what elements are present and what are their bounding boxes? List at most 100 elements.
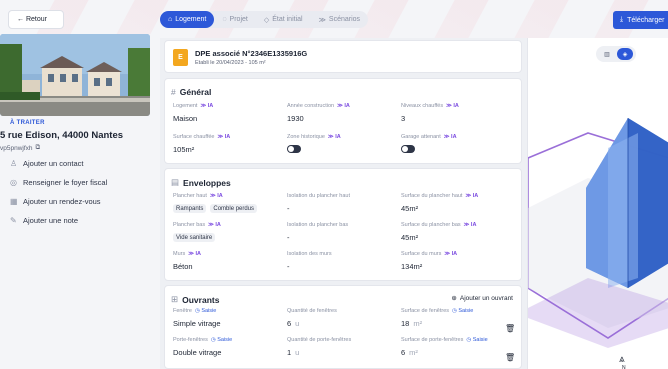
unit: u <box>295 319 300 328</box>
ia-badge: ≫ IA <box>200 103 214 109</box>
add-note-action[interactable]: ✎ Ajouter une note <box>10 216 107 225</box>
field-value: - <box>287 204 290 213</box>
ia-badge: ≫ IA <box>188 251 202 257</box>
tab-logement[interactable]: ⌂ Logement <box>160 11 215 28</box>
field-plancher-bas[interactable]: Plancher bas ≫ IA Vide sanitaire <box>173 222 221 242</box>
dpe-subtitle: Etabli le 20/04/2023 - 105 m² <box>195 60 266 66</box>
field-label: Isolation du plancher bas <box>287 222 349 228</box>
field-surface-plancher-haut[interactable]: Surface du plancher haut ≫ IA 45m² <box>401 193 478 213</box>
field-label: Plancher bas <box>173 222 206 228</box>
tab-etat-initial[interactable]: ◇ État initial <box>256 11 311 28</box>
field-label: Surface du plancher bas <box>401 222 461 228</box>
tab-bar: ⌂ Logement ◌ Projet ◇ État initial ≫ Scé… <box>160 11 369 28</box>
field-value: Double vitrage <box>173 348 222 357</box>
field-value: - <box>287 233 290 242</box>
compass-label: N <box>622 365 626 369</box>
field-annee[interactable]: Année construction ≫ IA 1930 <box>287 103 350 123</box>
ouvrants-title-text: Ouvrants <box>182 294 220 305</box>
field-value: 1930 <box>287 114 304 123</box>
field-label: Porte-fenêtres <box>173 337 208 343</box>
saisie-text: Saisie <box>201 308 217 314</box>
person-icon: ♙ <box>10 158 18 168</box>
field-label: Logement <box>173 103 198 109</box>
field-porte-fenetres[interactable]: Porte-fenêtres ◷ Saisie Double vitrage <box>173 337 232 357</box>
general-title-text: Général <box>179 87 212 97</box>
add-ouvrant-button[interactable]: ⊕ Ajouter un ouvrant <box>451 294 513 303</box>
ia-badge: ≫ IA <box>465 193 479 199</box>
download-button[interactable]: ⤓ Télécharger <box>613 11 668 29</box>
ia-badge: ≫ IA <box>327 134 341 140</box>
ia-badge: ≫ IA <box>217 134 231 140</box>
field-surface-fenetres[interactable]: Surface de fenêtres ◷ Saisie 18 m² <box>401 308 473 328</box>
trash-icon[interactable]: 🗑 <box>505 324 515 333</box>
add-appointment-action[interactable]: ▦ Ajouter un rendez-vous <box>10 197 107 206</box>
field-value: 45m² <box>401 233 419 242</box>
layers-icon: ▤ <box>171 177 180 187</box>
field-quantite-fenetres[interactable]: Quantité de fenêtres 6u <box>287 308 337 328</box>
dpe-title: DPE associé N°2346E1335916G <box>195 49 308 58</box>
reference-text: vp5pnwjfxh <box>0 144 33 152</box>
tax-household-action[interactable]: ◎ Renseigner le foyer fiscal <box>10 178 107 187</box>
field-label: Surface chauffée <box>173 134 215 140</box>
field-isolation-plancher-bas[interactable]: Isolation du plancher bas - <box>287 222 348 242</box>
field-surface-murs[interactable]: Surface du murs ≫ IA 134m² <box>401 251 457 271</box>
property-reference: vp5pnwjfxh ⧉ <box>0 144 40 152</box>
back-button[interactable]: ← Retour <box>8 10 64 29</box>
back-label: ← Retour <box>17 16 47 23</box>
tab-label: Logement <box>175 16 207 23</box>
building-model <box>528 118 668 348</box>
copy-icon[interactable]: ⧉ <box>36 144 41 152</box>
field-isolation-plancher-haut[interactable]: Isolation du plancher haut - <box>287 193 350 213</box>
calendar-icon: ▦ <box>10 196 18 206</box>
field-label: Quantité de porte-fenêtres <box>287 337 352 343</box>
zone-historique-toggle[interactable] <box>287 145 301 153</box>
property-sidebar: À TRAITER 5 rue Edison, 44000 Nantes vp5… <box>0 34 160 369</box>
general-title: # Général <box>171 87 211 97</box>
ia-badge: ≫ IA <box>443 134 457 140</box>
hash-icon: # <box>171 87 176 97</box>
ia-badge: ≫ IA <box>209 193 223 199</box>
ia-badge: ≫ IA <box>446 103 459 109</box>
field-label: Quantité de fenêtres <box>287 308 337 314</box>
tab-projet[interactable]: ◌ Projet <box>214 11 255 28</box>
garage-toggle[interactable] <box>401 145 415 153</box>
tag-icon: ◇ <box>263 16 270 24</box>
saisie-text: Saisie <box>217 337 233 343</box>
clock-icon: ◷ <box>452 308 457 314</box>
field-value: 1 <box>287 348 292 357</box>
field-fenetre[interactable]: Fenêtre ◷ Saisie Simple vitrage <box>173 308 221 328</box>
note-icon: ✎ <box>10 215 17 225</box>
field-garage: Garage attenant ≫ IA <box>401 134 457 153</box>
clock-icon: ◷ <box>194 308 200 314</box>
action-label: Ajouter un contact <box>23 159 84 168</box>
field-value: 6 <box>287 319 292 328</box>
building-3d-viewer[interactable]: ▥ ◈ ⩓ N <box>527 38 668 369</box>
field-murs[interactable]: Murs ≫ IA Béton <box>173 251 201 271</box>
enveloppes-card: ▤ Enveloppes Plancher haut ≫ IA Rampants … <box>164 168 522 281</box>
add-contact-action[interactable]: ♙ Ajouter un contact <box>10 159 107 168</box>
field-isolation-murs[interactable]: Isolation des murs - <box>287 251 332 271</box>
compass-arrow-icon: ⩓ <box>619 354 625 365</box>
saisie-badge: ◷ Saisie <box>452 308 473 314</box>
tab-scenarios[interactable]: ≫ Scénarios <box>311 11 368 28</box>
field-label: Isolation du plancher haut <box>287 193 350 199</box>
field-value: Béton <box>173 262 193 271</box>
unit: u <box>295 348 300 357</box>
compass-icon: ⩓ N <box>619 354 626 369</box>
field-value: Simple vitrage <box>173 319 221 328</box>
trash-icon[interactable]: 🗑 <box>505 353 515 362</box>
field-surface-plancher-bas[interactable]: Surface du plancher bas ≫ IA 45m² <box>401 222 476 242</box>
field-label: Surface du plancher haut <box>401 193 463 199</box>
field-quantite-porte-fenetres[interactable]: Quantité de porte-fenêtres 1u <box>287 337 351 357</box>
field-label: Surface du murs <box>401 251 442 257</box>
chat-icon: ◌ <box>222 16 227 23</box>
chip: Comble perdus <box>210 204 258 213</box>
field-plancher-haut[interactable]: Plancher haut ≫ IA Rampants Comble perdus <box>173 193 258 213</box>
unit: m² <box>413 319 423 328</box>
field-logement[interactable]: Logement ≫ IA Maison <box>173 103 213 123</box>
field-surface[interactable]: Surface chauffée ≫ IA 105m² <box>173 134 230 154</box>
clock-icon: ◷ <box>466 337 472 343</box>
field-surface-porte-fenetres[interactable]: Surface de porte-fenêtres ◷ Saisie 6 m² <box>401 337 488 357</box>
field-niveaux[interactable]: Niveaux chauffés ≫ IA 3 <box>401 103 459 123</box>
field-label: Murs <box>173 251 186 257</box>
